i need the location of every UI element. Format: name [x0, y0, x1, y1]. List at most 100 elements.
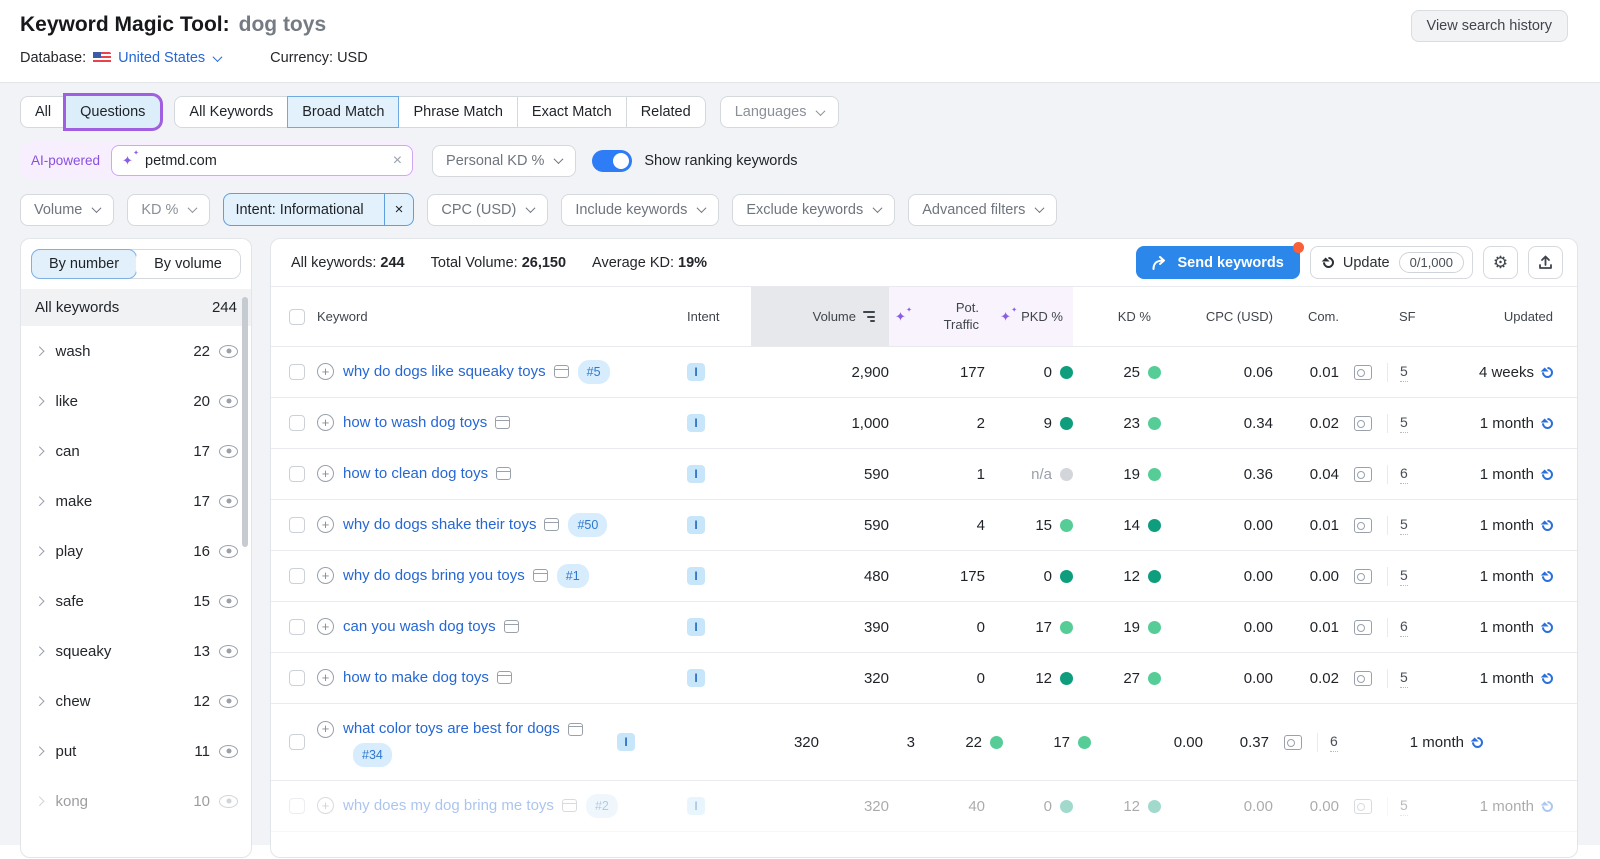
kd-column-header[interactable]: KD % — [1073, 287, 1161, 346]
intent-badge[interactable]: I — [687, 797, 705, 815]
keyword-link[interactable]: why do dogs shake their toys — [343, 516, 536, 533]
ranking-badge[interactable]: #2 — [586, 794, 618, 818]
eye-icon[interactable] — [219, 595, 238, 608]
refresh-icon[interactable] — [1540, 415, 1556, 431]
eye-icon[interactable] — [219, 395, 238, 408]
refresh-icon[interactable] — [1540, 619, 1556, 635]
add-keyword-icon[interactable] — [317, 465, 334, 482]
row-checkbox[interactable] — [289, 568, 305, 584]
group-item[interactable]: kong10 — [21, 776, 251, 826]
keyword-link[interactable]: what color toys are best for dogs — [343, 720, 560, 737]
intent-badge[interactable]: I — [687, 618, 705, 636]
tab-related[interactable]: Related — [627, 96, 706, 128]
volume-column-header[interactable]: Volume — [751, 287, 889, 346]
serp-window-icon[interactable] — [562, 799, 577, 812]
com-column-header[interactable]: Com. — [1273, 287, 1339, 346]
tab-phrase-match[interactable]: Phrase Match — [399, 96, 517, 128]
by-volume-button[interactable]: By volume — [136, 250, 240, 278]
intent-badge[interactable]: I — [687, 516, 705, 534]
serp-preview-icon[interactable] — [1354, 365, 1372, 380]
ranking-badge[interactable]: #1 — [557, 564, 589, 588]
tab-exact-match[interactable]: Exact Match — [518, 96, 627, 128]
serp-features-count[interactable]: 5 — [1400, 567, 1408, 586]
eye-icon[interactable] — [219, 745, 238, 758]
eye-icon[interactable] — [219, 495, 238, 508]
update-button[interactable]: Update 0/1,000 — [1310, 246, 1473, 279]
serp-features-count[interactable]: 6 — [1400, 465, 1408, 484]
row-checkbox[interactable] — [289, 415, 305, 431]
intent-column-header[interactable]: Intent — [687, 287, 751, 346]
add-keyword-icon[interactable] — [317, 567, 334, 584]
cpc-filter[interactable]: CPC (USD) — [427, 194, 548, 226]
select-all-checkbox[interactable] — [289, 309, 305, 325]
domain-input-box[interactable]: × — [111, 145, 413, 176]
pkd-column-header[interactable]: PKD % — [985, 287, 1073, 346]
refresh-icon[interactable] — [1540, 517, 1556, 533]
eye-icon[interactable] — [219, 545, 238, 558]
add-keyword-icon[interactable] — [317, 363, 334, 380]
tab-broad-match[interactable]: Broad Match — [287, 96, 399, 128]
by-number-button[interactable]: By number — [32, 250, 136, 278]
remove-intent-filter-icon[interactable]: × — [384, 194, 414, 225]
group-item[interactable]: play16 — [21, 526, 251, 576]
keyword-link[interactable]: can you wash dog toys — [343, 618, 496, 635]
eye-icon[interactable] — [219, 345, 238, 358]
include-keywords-filter[interactable]: Include keywords — [561, 194, 719, 226]
serp-features-count[interactable]: 6 — [1400, 618, 1408, 637]
serp-features-count[interactable]: 5 — [1400, 414, 1408, 433]
add-keyword-icon[interactable] — [317, 618, 334, 635]
add-keyword-icon[interactable] — [317, 414, 334, 431]
group-item[interactable]: like20 — [21, 376, 251, 426]
sf-column-header[interactable]: SF — [1387, 287, 1427, 346]
row-checkbox[interactable] — [289, 466, 305, 482]
refresh-icon[interactable] — [1470, 734, 1486, 750]
serp-window-icon[interactable] — [504, 620, 519, 633]
row-checkbox[interactable] — [289, 798, 305, 814]
tab-questions[interactable]: Questions — [66, 96, 160, 128]
serp-features-count[interactable]: 6 — [1330, 733, 1338, 752]
keyword-link[interactable]: why do dogs like squeaky toys — [343, 363, 546, 380]
serp-features-count[interactable]: 5 — [1400, 797, 1408, 816]
row-checkbox[interactable] — [289, 670, 305, 686]
intent-badge[interactable]: I — [687, 669, 705, 687]
keyword-link[interactable]: how to clean dog toys — [343, 465, 488, 482]
serp-preview-icon[interactable] — [1354, 671, 1372, 686]
serp-preview-icon[interactable] — [1354, 569, 1372, 584]
ranking-badge[interactable]: #5 — [578, 360, 610, 384]
serp-features-count[interactable]: 5 — [1400, 669, 1408, 688]
group-item[interactable]: chew12 — [21, 676, 251, 726]
serp-preview-icon[interactable] — [1354, 620, 1372, 635]
eye-icon[interactable] — [219, 695, 238, 708]
row-checkbox[interactable] — [289, 364, 305, 380]
serp-preview-icon[interactable] — [1354, 416, 1372, 431]
add-keyword-icon[interactable] — [317, 516, 334, 533]
serp-preview-icon[interactable] — [1354, 799, 1372, 814]
group-item[interactable]: can17 — [21, 426, 251, 476]
add-keyword-icon[interactable] — [317, 669, 334, 686]
export-button[interactable] — [1528, 246, 1563, 279]
keyword-link[interactable]: how to make dog toys — [343, 669, 489, 686]
serp-preview-icon[interactable] — [1354, 467, 1372, 482]
keyword-column-header[interactable]: Keyword — [317, 287, 687, 346]
show-ranking-keywords-toggle[interactable] — [592, 150, 632, 172]
exclude-keywords-filter[interactable]: Exclude keywords — [732, 194, 895, 226]
serp-window-icon[interactable] — [496, 467, 511, 480]
eye-icon[interactable] — [219, 445, 238, 458]
pot-traffic-column-header[interactable]: Pot. Traffic — [889, 287, 985, 346]
group-item[interactable]: safe15 — [21, 576, 251, 626]
eye-icon[interactable] — [219, 795, 238, 808]
serp-features-count[interactable]: 5 — [1400, 516, 1408, 535]
refresh-icon[interactable] — [1540, 364, 1556, 380]
group-item[interactable]: squeaky13 — [21, 626, 251, 676]
intent-badge[interactable]: I — [687, 567, 705, 585]
advanced-filters[interactable]: Advanced filters — [908, 194, 1057, 226]
all-keywords-group[interactable]: All keywords 244 — [21, 289, 251, 326]
personal-kd-dropdown[interactable]: Personal KD % — [432, 145, 576, 177]
chevron-down-icon[interactable] — [213, 52, 223, 62]
view-search-history-button[interactable]: View search history — [1411, 10, 1568, 42]
cpc-column-header[interactable]: CPC (USD) — [1161, 287, 1273, 346]
keyword-link[interactable]: why do dogs bring you toys — [343, 567, 525, 584]
tab-all[interactable]: All — [20, 96, 66, 128]
intent-badge[interactable]: I — [687, 465, 705, 483]
serp-preview-icon[interactable] — [1284, 735, 1302, 750]
